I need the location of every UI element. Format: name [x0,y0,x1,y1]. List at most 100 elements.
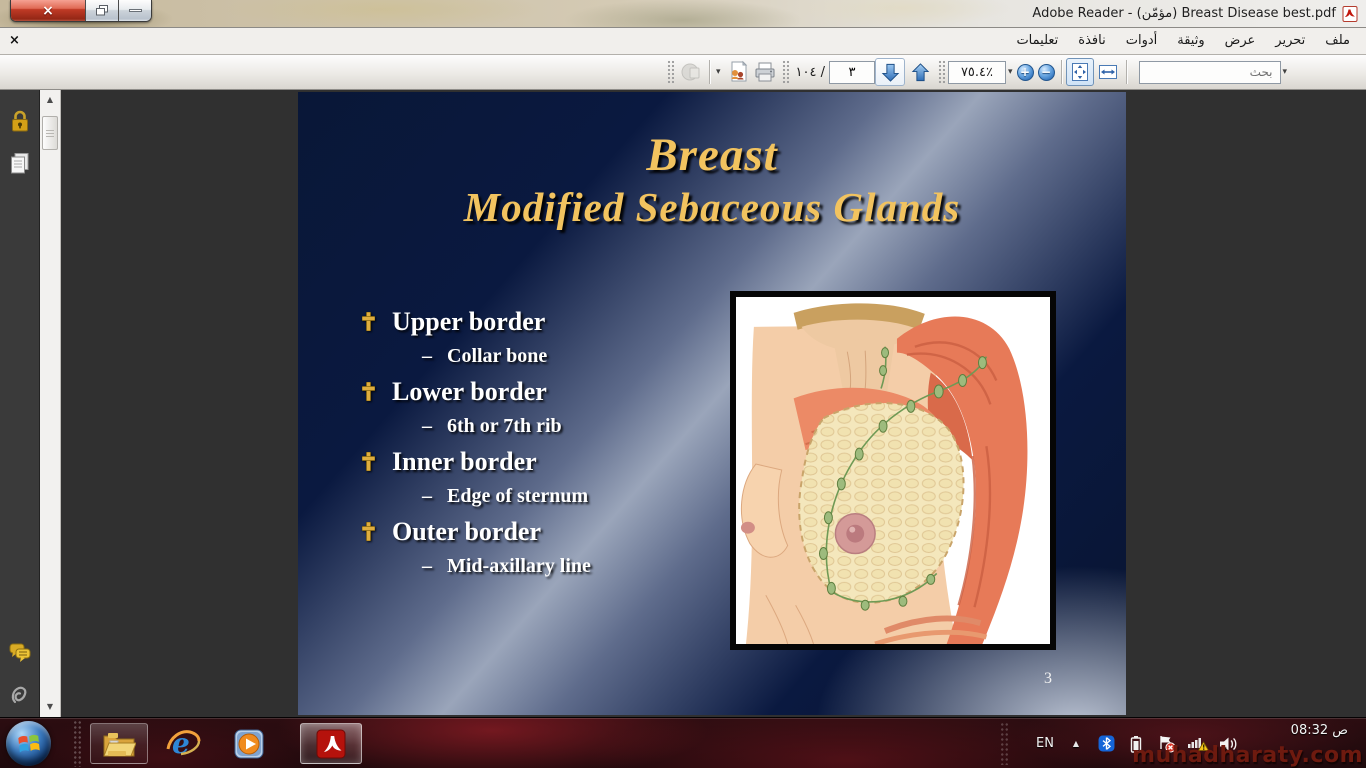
previous-page-button[interactable] [905,58,935,86]
toolbar-grip[interactable] [667,60,674,84]
slide-page-number: 3 [1044,670,1052,688]
navigation-pane-tabs [0,90,40,717]
pdf-file-icon [1342,6,1358,22]
tray-grip [1000,722,1009,765]
comments-panel-icon[interactable] [7,640,33,666]
window-titlebar: × Adobe Reader - (مؤمّن) Breast Disease … [0,0,1366,28]
bullet-label: Upper border [392,307,545,337]
document-canvas: Breast Modified Sebaceous Glands Upper b… [61,90,1366,717]
list-subitem: – 6th or 7th rib [362,409,712,444]
dash-bullet: – [422,345,432,368]
subbullet-label: 6th or 7th rib [447,415,562,438]
fit-page-button[interactable] [1066,58,1094,86]
cross-bullet-icon [362,522,375,541]
list-item: Outer border [362,514,712,549]
toolbar-separator [1126,60,1127,84]
restore-window-button[interactable] [85,0,118,21]
clock[interactable]: 08:32 ص [1291,723,1348,738]
bullet-label: Outer border [392,517,541,547]
toolbar-grip[interactable] [938,60,945,84]
minimize-window-button[interactable] [118,0,151,21]
zoom-out-button[interactable]: − [1038,64,1055,81]
zoom-level-value[interactable]: ٧٥.٤٪ [948,61,1006,84]
collaborate-icon [725,60,749,84]
window-title-area: Adobe Reader - (مؤمّن) Breast Disease be… [1032,0,1358,27]
media-player-icon [232,727,266,761]
vertical-scrollbar[interactable]: ▲ ▼ [40,90,61,717]
slide-title: Breast Modified Sebaceous Glands [298,92,1126,232]
menu-view[interactable]: عرض [1215,28,1266,54]
list-item: Inner border [362,444,712,479]
taskbar-adobe-reader-button[interactable] [300,723,362,764]
zoom-dropdown-caret[interactable]: ▾ [1006,67,1015,77]
security-lock-icon[interactable] [7,108,33,134]
list-subitem: – Edge of sternum [362,479,712,514]
fit-width-button[interactable] [1094,58,1122,86]
cross-bullet-icon [362,382,375,401]
screen: × Adobe Reader - (مؤمّن) Breast Disease … [0,0,1366,768]
collaborate-button[interactable] [723,59,751,86]
menu-items: ملف تحرير عرض وثيقة أدوات نافذة تعليمات [1006,28,1360,54]
window-title: Adobe Reader - (مؤمّن) Breast Disease be… [1032,6,1336,21]
adobe-reader-icon [314,727,348,761]
taskbar-grip [73,720,82,767]
pages-panel-icon[interactable] [7,150,33,176]
menu-bar: × ملف تحرير عرض وثيقة أدوات نافذة تعليما… [0,28,1366,55]
subbullet-label: Edge of sternum [447,485,588,508]
next-page-button[interactable] [875,58,905,86]
bullet-label: Inner border [392,447,537,477]
arrow-down-icon [880,62,901,83]
page-number-input[interactable] [829,61,875,84]
menu-help[interactable]: تعليمات [1006,28,1068,54]
fit-page-icon [1070,62,1090,82]
list-item: Upper border [362,304,712,339]
close-window-button[interactable]: × [11,0,85,21]
search-input[interactable] [1139,61,1281,84]
fit-width-icon [1098,62,1118,82]
explorer-folder-icon [102,729,136,759]
internet-explorer-icon: e [165,727,201,761]
search-box [1139,61,1281,84]
menu-tools[interactable]: أدوات [1116,28,1168,54]
collaborate-dropdown-caret[interactable]: ▾ [714,67,723,77]
search-dropdown-caret[interactable]: ▾ [1281,67,1290,77]
scrollbar-thumb[interactable] [42,116,58,150]
print-button[interactable] [751,59,779,86]
menu-file[interactable]: ملف [1315,28,1360,54]
taskbar-media-player-button[interactable] [222,723,276,764]
dash-bullet: – [422,555,432,578]
toolbar: ▾ ١٠٤ / [0,55,1366,90]
page-count-label: ١٠٤ / [792,65,829,80]
subbullet-label: Mid-axillary line [447,555,591,578]
scroll-down-button[interactable]: ▼ [40,699,60,715]
bullet-label: Lower border [392,377,547,407]
restore-icon [96,5,108,16]
tray-expand-icon[interactable]: ▲ [1066,718,1086,768]
start-button[interactable] [6,721,51,766]
language-indicator[interactable]: EN [1028,718,1062,768]
menu-window[interactable]: نافذة [1068,28,1115,54]
anatomy-illustration [736,297,1050,644]
dash-bullet: – [422,415,432,438]
dash-bullet: – [422,485,432,508]
printer-icon [753,60,777,84]
bluetooth-icon[interactable] [1096,718,1116,768]
slide: Breast Modified Sebaceous Glands Upper b… [298,92,1126,715]
slide-title-line2: Modified Sebaceous Glands [298,182,1126,232]
slide-title-line1: Breast [298,128,1126,182]
zoom-in-button[interactable]: + [1017,64,1034,81]
share-review-button [677,59,705,86]
scroll-up-button[interactable]: ▲ [40,92,60,108]
subbullet-label: Collar bone [447,345,547,368]
taskbar-internet-explorer-button[interactable]: e [156,723,210,764]
menu-document[interactable]: وثيقة [1167,28,1214,54]
share-disabled-icon [680,61,702,83]
windows-logo-icon [16,731,42,757]
taskbar-explorer-button[interactable] [90,723,148,764]
cross-bullet-icon [362,452,375,471]
toolbar-grip[interactable] [782,60,789,84]
minimize-icon [129,9,142,12]
menu-edit[interactable]: تحرير [1265,28,1315,54]
menubar-close-icon[interactable]: × [9,32,20,50]
attachments-paperclip-icon[interactable] [7,682,33,708]
